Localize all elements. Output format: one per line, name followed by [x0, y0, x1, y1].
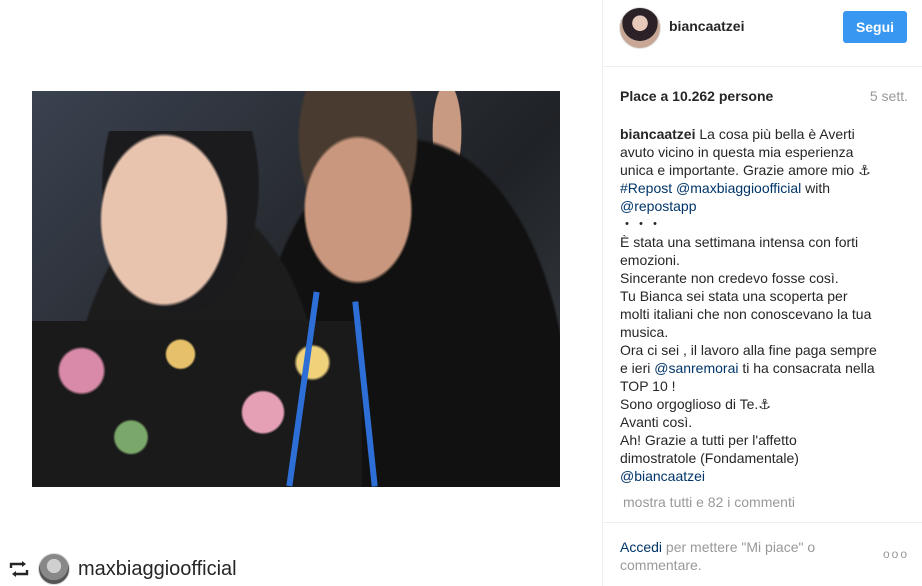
caption-text: È stata una settimana intensa con forti	[620, 234, 859, 250]
login-prompt: Accedi per mettere "Mi piace" o commenta…	[620, 538, 870, 574]
caption-text: dimostratole (Fondamentale)	[620, 450, 799, 466]
caption-text: emozioni.	[620, 252, 680, 268]
caption-text: Ora ci sei , il lavoro alla fine paga se…	[620, 342, 877, 358]
post-time[interactable]: 5 sett.	[870, 88, 908, 104]
caption-text: Sincerante non credevo fosse così.	[620, 270, 839, 286]
caption-text: Sono orgoglioso di Te.⚓	[620, 396, 771, 412]
repost-bar: maxbiaggioofficial	[8, 553, 237, 585]
caption-text: musica.	[620, 324, 669, 340]
post-caption: biancaatzei La cosa più bella è Averti a…	[620, 125, 908, 485]
repost-username: maxbiaggioofficial	[78, 557, 237, 580]
caption-text: e ieri	[620, 360, 655, 376]
caption-text: ・・・	[620, 216, 662, 232]
caption-text: Tu Bianca sei stata una scoperta per	[620, 288, 848, 304]
caption-text: Avanti così.	[620, 414, 693, 430]
caption-text: molti italiani che non conoscevano la tu…	[620, 306, 872, 322]
caption-text: La cosa più bella è Averti	[699, 126, 855, 142]
repost-avatar	[38, 553, 70, 585]
login-link[interactable]: Accedi	[620, 539, 662, 555]
caption-text: Ah! Grazie a tutti per l'affetto	[620, 432, 797, 448]
caption-mention-link[interactable]: @biancaatzei	[620, 467, 908, 485]
caption-hashtag-link[interactable]: #Repost @maxbiaggioofficial	[620, 180, 801, 196]
caption-mention-link[interactable]: @sanremorai	[654, 360, 738, 376]
repost-icon	[8, 558, 30, 580]
caption-author[interactable]: biancaatzei	[620, 126, 695, 142]
more-options-icon[interactable]: ooo	[883, 547, 909, 561]
caption-text: with	[801, 180, 831, 196]
caption-mention-link[interactable]: @repostapp	[620, 197, 908, 215]
caption-text: ti ha consacrata nella	[738, 360, 875, 376]
divider	[603, 522, 922, 523]
follow-button[interactable]: Segui	[843, 11, 907, 43]
post-header: biancaatzei Segui	[603, 0, 922, 67]
likes-row: Place a 10.262 persone 5 sett.	[620, 88, 908, 104]
caption-text: avuto vicino in questa mia esperienza	[620, 144, 854, 160]
show-all-comments-link[interactable]: mostra tutti e 82 i commenti	[623, 494, 795, 510]
post-username[interactable]: biancaatzei	[669, 18, 744, 34]
avatar[interactable]	[619, 7, 661, 49]
caption-text: TOP 10 !	[620, 378, 676, 394]
likes-count[interactable]: Place a 10.262 persone	[620, 88, 773, 104]
photo-floral-dress	[32, 321, 362, 487]
caption-text: unica e importante. Grazie amore mio ⚓	[620, 162, 871, 178]
post-sidebar: biancaatzei Segui Place a 10.262 persone…	[602, 0, 922, 586]
post-photo[interactable]	[32, 91, 560, 487]
